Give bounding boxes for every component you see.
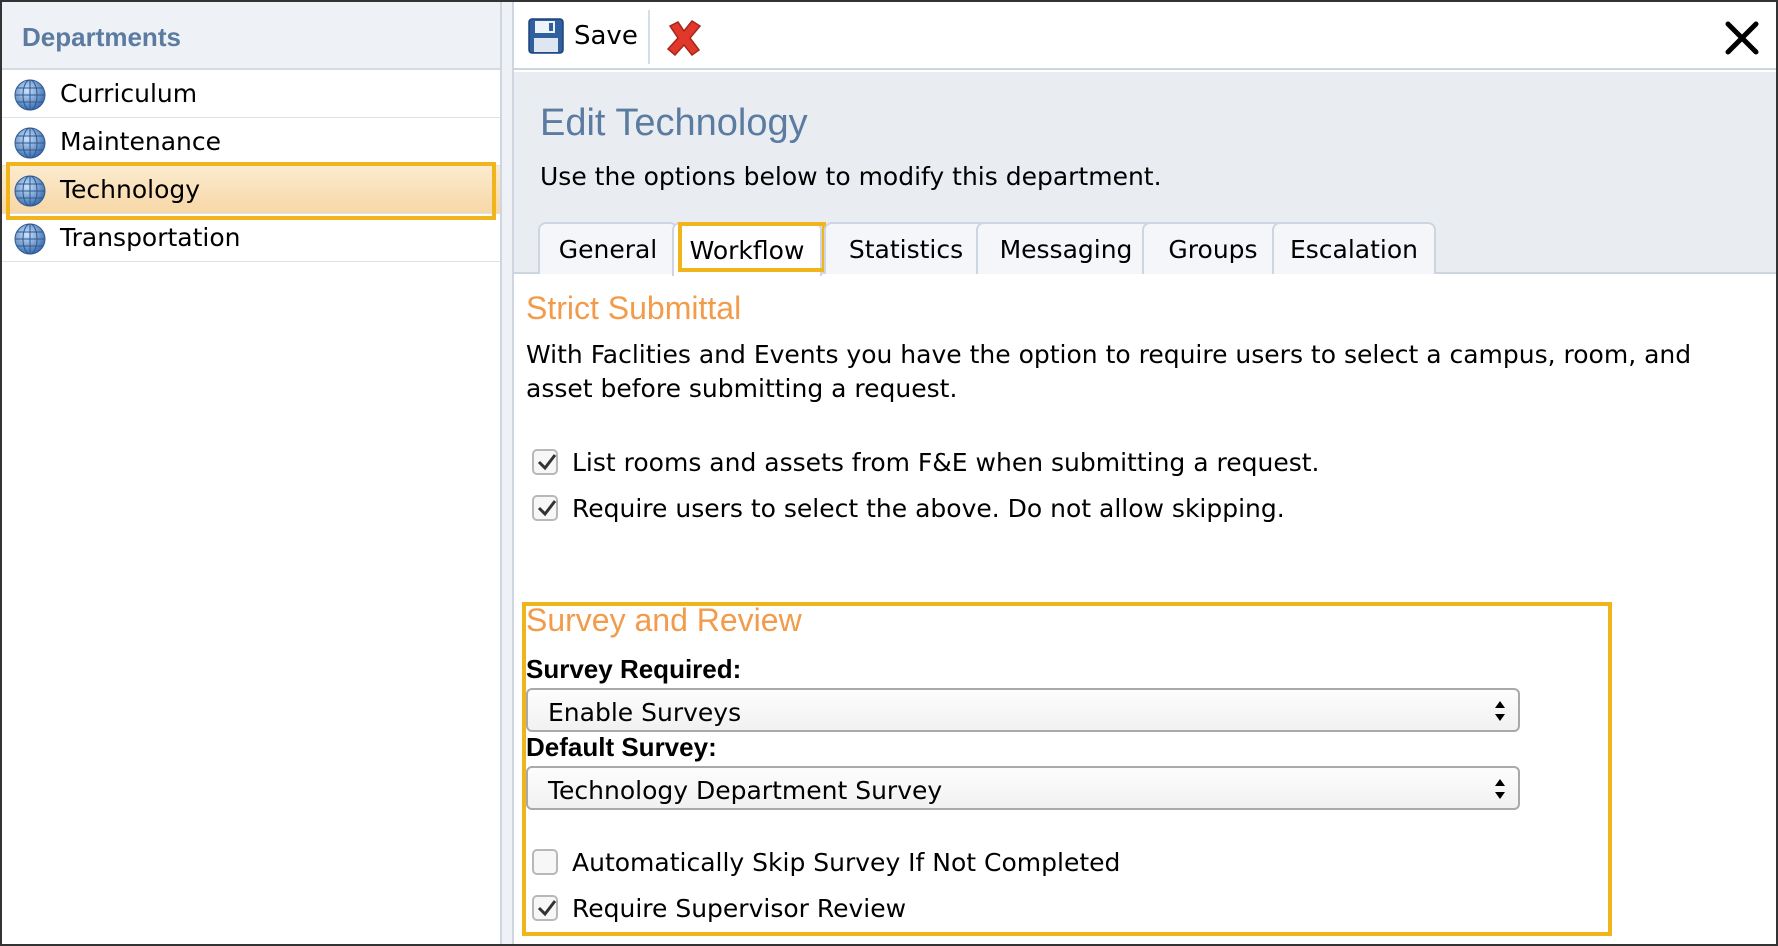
globe-icon (14, 175, 46, 207)
checkbox-label: Automatically Skip Survey If Not Complet… (572, 847, 1121, 877)
tab-label: Statistics (848, 234, 964, 264)
save-button-label: Save (574, 21, 638, 51)
tab-statistics[interactable]: Statistics (824, 222, 988, 274)
globe-icon (14, 79, 46, 111)
tab-messaging[interactable]: Messaging (976, 222, 1156, 274)
sidebar-item-label: Transportation (60, 223, 241, 252)
checkmark-icon (537, 500, 557, 517)
tab-label: General (558, 234, 658, 264)
tab-groups[interactable]: Groups (1142, 222, 1284, 274)
floppy-disk-icon (528, 18, 564, 54)
strict-submittal-description: With Faclities and Events you have the o… (526, 340, 1692, 403)
sidebar-item-transportation[interactable]: Transportation (2, 214, 502, 262)
departments-sidebar: Departments Curriculum Maintenance Techn… (2, 2, 502, 944)
close-icon[interactable] (1722, 18, 1762, 58)
sidebar-item-label: Curriculum (60, 79, 198, 108)
page-title: Edit Technology (540, 102, 808, 144)
page-subtitle: Use the options below to modify this dep… (540, 162, 1162, 191)
sidebar-splitter[interactable] (500, 2, 514, 944)
toolbar-separator (648, 10, 650, 64)
default-survey-label: Default Survey: (526, 732, 717, 762)
survey-required-label: Survey Required: (526, 654, 742, 684)
checkbox-checked[interactable] (532, 895, 558, 921)
page-header: Edit Technology Use the options below to… (514, 72, 1776, 276)
checkbox-row-require-select[interactable]: Require users to select the above. Do no… (532, 492, 1285, 524)
select-value: Technology Department Survey (548, 776, 943, 805)
survey-review-highlight-box: Survey and Review Survey Required: Enabl… (522, 602, 1612, 936)
sidebar-title: Departments (2, 2, 502, 70)
tab-escalation[interactable]: Escalation (1272, 222, 1436, 274)
toolbar: Save (514, 2, 1776, 70)
select-arrows-icon (1495, 701, 1505, 721)
select-arrows-icon (1495, 779, 1505, 799)
sidebar-item-curriculum[interactable]: Curriculum (2, 70, 502, 118)
tab-highlight (678, 222, 826, 272)
checkbox-checked[interactable] (532, 449, 558, 475)
globe-icon (14, 127, 46, 159)
sidebar-item-label: Maintenance (60, 127, 221, 156)
checkmark-icon (537, 900, 557, 917)
sidebar-item-maintenance[interactable]: Maintenance (2, 118, 502, 166)
sidebar-item-technology[interactable]: Technology (2, 162, 502, 220)
checkbox-row-list-rooms[interactable]: List rooms and assets from F&E when subm… (532, 446, 1320, 478)
tab-general[interactable]: General (538, 222, 678, 274)
checkbox-row-supervisor-review[interactable]: Require Supervisor Review (532, 892, 906, 924)
tab-label: Escalation (1289, 234, 1419, 264)
checkbox-unchecked[interactable] (532, 849, 558, 875)
main-panel: Save Edit Technology Use the options bel… (514, 2, 1776, 944)
checkmark-icon (537, 454, 557, 471)
default-survey-select[interactable]: Technology Department Survey (526, 766, 1520, 810)
tab-label: Groups (1168, 234, 1258, 264)
checkbox-label: List rooms and assets from F&E when subm… (572, 447, 1320, 477)
sidebar-item-label: Technology (60, 175, 201, 204)
section-title-survey-review: Survey and Review (526, 602, 802, 638)
checkbox-label: Require Supervisor Review (572, 893, 907, 923)
globe-icon (14, 223, 46, 255)
survey-required-select[interactable]: Enable Surveys (526, 688, 1520, 732)
tab-label: Messaging (999, 234, 1133, 264)
red-x-icon[interactable] (664, 18, 704, 58)
checkbox-label: Require users to select the above. Do no… (572, 493, 1285, 523)
section-title-strict-submittal: Strict Submittal (526, 290, 742, 326)
save-button[interactable]: Save (528, 16, 638, 56)
checkbox-checked[interactable] (532, 495, 558, 521)
checkbox-row-auto-skip[interactable]: Automatically Skip Survey If Not Complet… (532, 846, 1120, 878)
select-value: Enable Surveys (548, 698, 742, 727)
